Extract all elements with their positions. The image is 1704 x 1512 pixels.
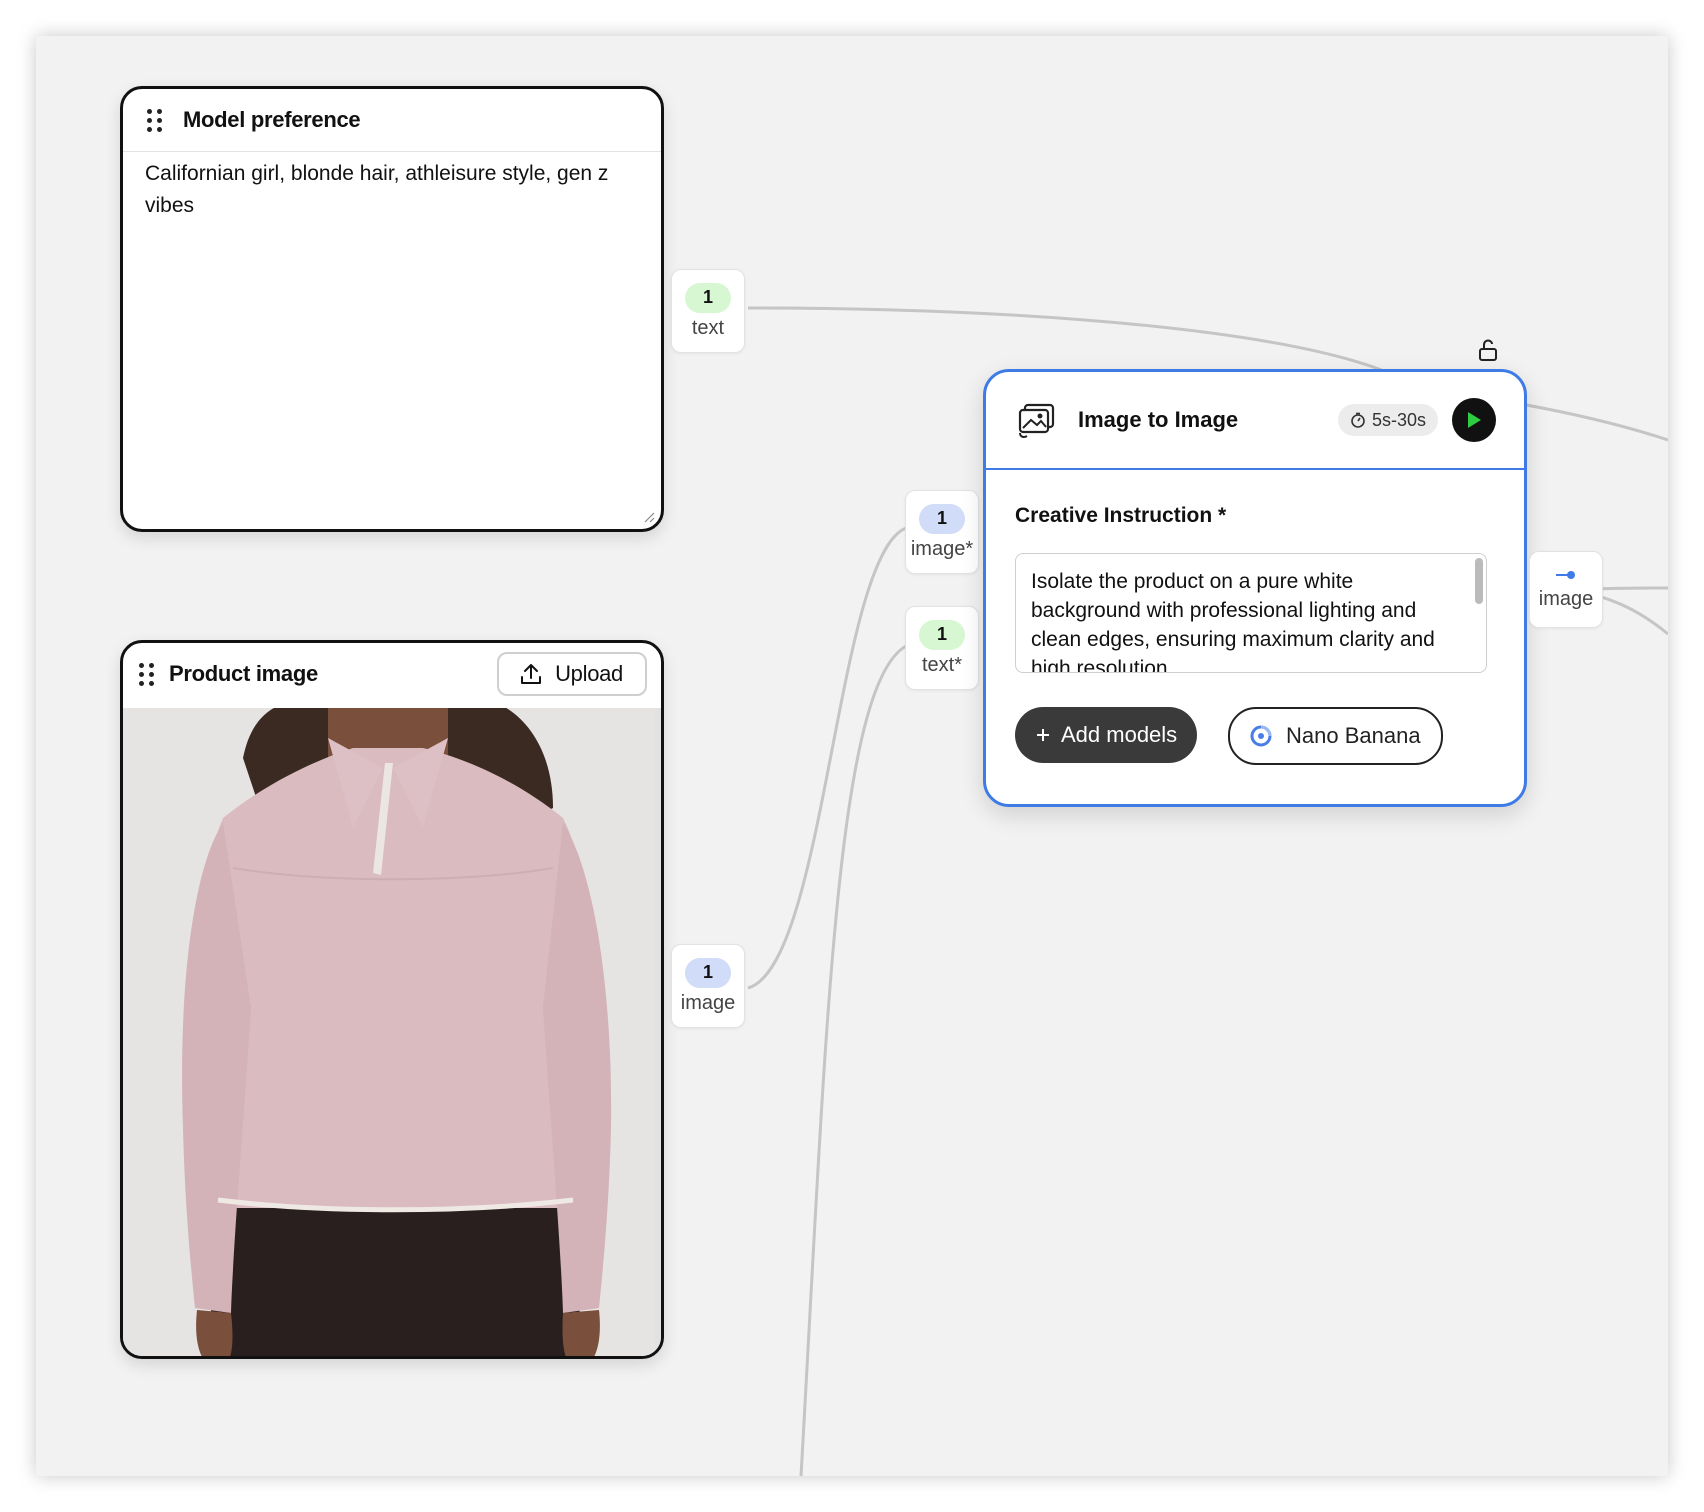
port-label: text (691, 316, 725, 339)
port-label: image (680, 991, 736, 1014)
i2i-title: Image to Image (1078, 407, 1239, 432)
edge-image-to-i2i (747, 526, 907, 990)
port-label: image (1538, 588, 1594, 610)
port-count-pill: 1 (919, 619, 965, 650)
port-label: text* (921, 653, 963, 676)
model-preference-node[interactable]: Model preference Californian girl, blond… (120, 86, 664, 532)
i2i-output-port[interactable]: image (1529, 551, 1603, 628)
drag-handle-icon[interactable] (147, 109, 163, 132)
product-image-node[interactable]: Product image Upload (120, 640, 664, 1359)
product-image-header: Product image Upload (123, 643, 661, 705)
product-image-output-port[interactable]: 1 image (671, 944, 745, 1028)
i2i-image-input-port[interactable]: 1 image* (905, 490, 979, 574)
model-chip-nano-banana[interactable]: Nano Banana (1228, 707, 1443, 765)
port-count-pill: 1 (685, 282, 731, 313)
upload-label: Upload (555, 661, 623, 686)
duration-text: 5s-30s (1371, 409, 1426, 430)
edge-text-to-offcanvas (747, 306, 1397, 378)
output-connector-icon (1556, 571, 1575, 579)
image-to-image-icon (1018, 403, 1055, 438)
model-preference-header: Model preference (123, 89, 661, 152)
product-image-title: Product image (169, 661, 318, 686)
unlock-icon[interactable] (1478, 339, 1498, 361)
creative-instruction-textarea[interactable]: Isolate the product on a pure white back… (1015, 553, 1487, 673)
resize-grip-icon[interactable] (643, 511, 655, 523)
upload-icon (521, 664, 542, 684)
edge-offcanvas-to-i2i-text (799, 644, 907, 1476)
port-label: image* (910, 537, 974, 560)
add-models-label: Add models (1061, 722, 1178, 747)
run-button[interactable] (1452, 398, 1496, 442)
textarea-scrollbar[interactable] (1475, 558, 1483, 604)
play-icon (1468, 412, 1481, 428)
model-preference-title: Model preference (183, 107, 361, 132)
upload-button[interactable]: Upload (497, 652, 647, 696)
add-models-button[interactable]: Add models (1015, 707, 1198, 763)
edge-i2i-to-offcanvas-top (1520, 402, 1668, 442)
duration-badge: 5s-30s (1337, 404, 1438, 436)
plus-icon (1037, 729, 1049, 741)
creative-instruction-label: Creative Instruction * (1015, 504, 1227, 527)
i2i-header: Image to Image 5s-30s (986, 372, 1524, 470)
model-chip-label: Nano Banana (1286, 723, 1421, 748)
creative-instruction-text: Isolate the product on a pure white back… (1031, 570, 1435, 673)
port-count-pill: 1 (685, 957, 731, 988)
product-photo-illustration (123, 708, 655, 1356)
product-photo (123, 708, 661, 1356)
timer-icon (1351, 412, 1365, 428)
model-preference-textarea[interactable]: Californian girl, blonde hair, athleisur… (123, 152, 661, 228)
workflow-canvas[interactable]: Model preference Californian girl, blond… (36, 36, 1668, 1476)
i2i-text-input-port[interactable]: 1 text* (905, 606, 979, 690)
port-count-pill: 1 (919, 503, 965, 534)
drag-handle-icon[interactable] (139, 663, 155, 686)
model-preference-output-port[interactable]: 1 text (671, 269, 745, 353)
image-to-image-node[interactable]: Image to Image 5s-30s Creative Instructi… (983, 369, 1527, 807)
google-gemini-icon (1250, 725, 1272, 747)
